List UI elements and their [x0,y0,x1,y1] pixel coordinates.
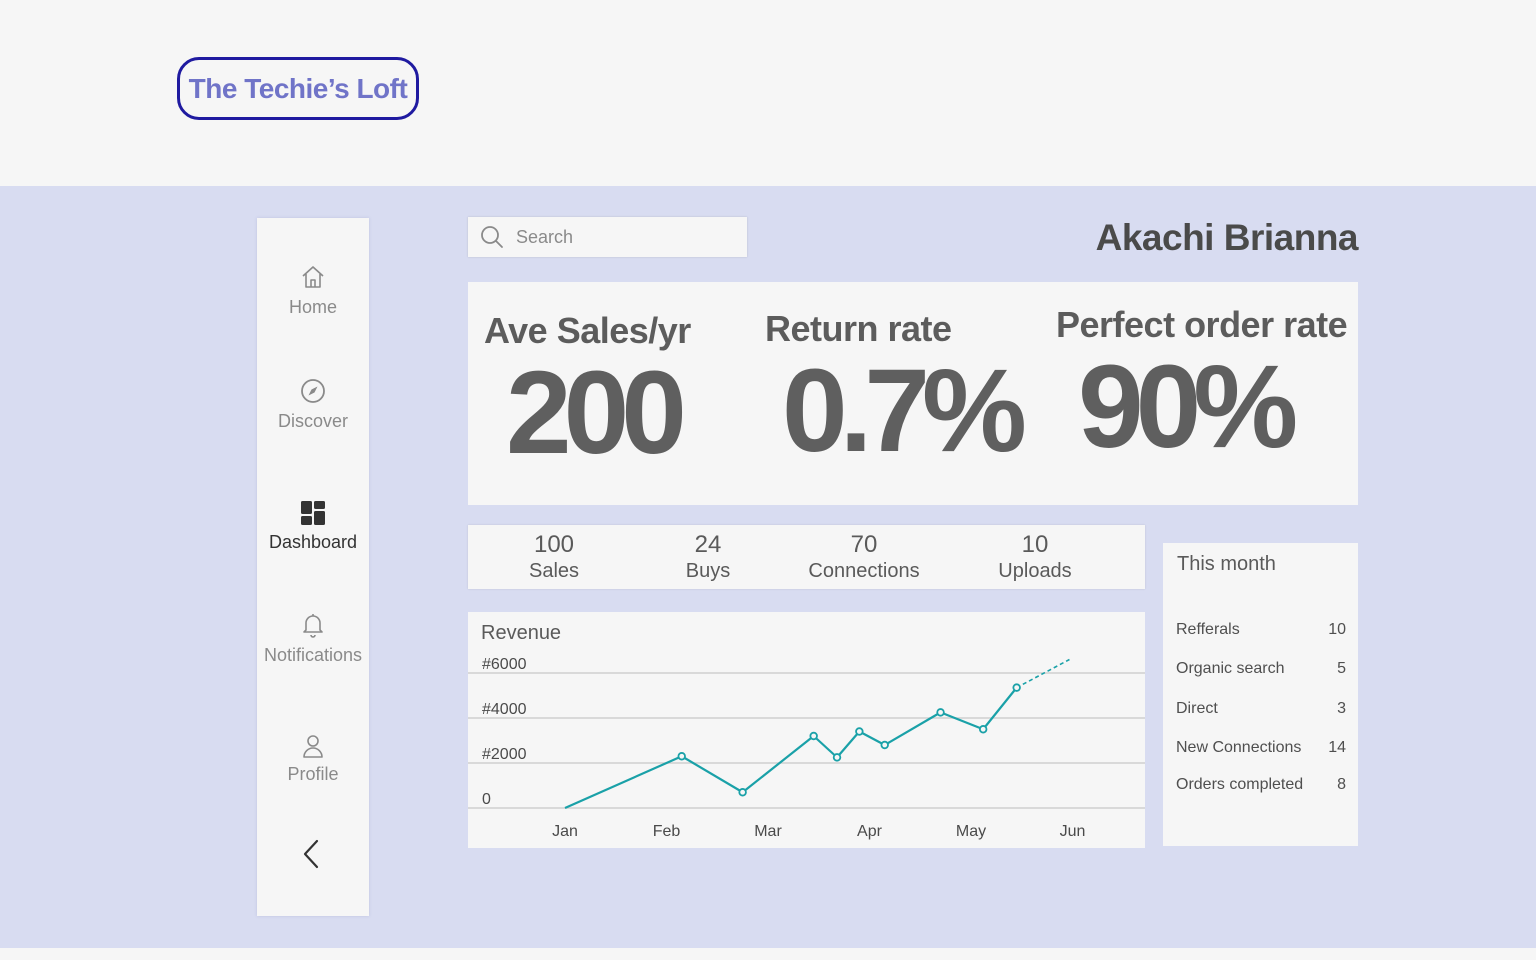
month-row-orders-completed: Orders completed 8 [1176,776,1346,794]
user-name: Akachi Brianna [1095,217,1359,258]
this-month-card: This month Refferals 10 Organic search 5… [1163,543,1358,846]
month-row-label: New Connections [1176,739,1302,756]
top-header: The Techie’s Loft [0,0,1536,186]
dashboard-grid-icon [301,501,325,525]
search-icon [481,226,503,248]
sidebar-item-label: Profile [287,764,339,784]
revenue-chart-card: Revenue 0 #2000 #4000 #6000 Jan Feb Mar Apr May J… [468,612,1145,848]
count-value: 24 [694,531,722,558]
sidebar-item-profile[interactable]: Profile [257,734,369,785]
y-tick-label: #6000 [482,656,527,673]
home-icon [302,266,324,288]
month-row-value: 3 [1337,700,1346,717]
x-tick-label: Jun [1060,823,1086,840]
kpi-title-perfect-order: Perfect order rate [1056,304,1348,345]
revenue-point [832,753,842,762]
kpi-value-avg-sales: 200 [506,347,687,479]
sidebar-item-home[interactable]: Home [257,263,369,318]
x-tick-label: Feb [653,823,681,840]
month-row-value: 8 [1337,776,1346,793]
revenue-point [1012,683,1021,692]
sidebar-item-discover[interactable]: Discover [257,377,369,432]
kpi-value-perfect-order: 90% [1078,341,1298,473]
month-row-value: 10 [1328,621,1346,638]
kpi-title-return-rate: Return rate [765,308,952,349]
this-month-title: This month [1177,553,1276,575]
y-tick-label: 0 [482,791,491,808]
revenue-point [978,725,988,734]
count-connections: 70 Connections [808,531,920,583]
month-row-label: Orders completed [1176,776,1304,793]
y-tick-label: #4000 [482,701,527,718]
sidebar: Home Discover Dashboard Notifications Pr… [257,218,369,916]
sidebar-item-dashboard[interactable]: Dashboard [257,500,369,553]
month-row-label: Refferals [1176,621,1240,638]
bottom-strip [0,948,1536,960]
count-label: Uploads [998,560,1072,582]
month-row-value: 5 [1337,660,1346,677]
revenue-chart: 0 #2000 #4000 #6000 Jan Feb Mar Apr May Jun [468,656,1145,840]
count-label: Connections [808,560,920,582]
activity-counts: 100 Sales 24 Buys 70 Connections 10 Uplo… [468,525,1145,589]
count-value: 100 [533,531,575,558]
kpi-title-avg-sales: Ave Sales/yr [484,310,691,351]
count-value: 10 [1021,531,1049,558]
user-icon [303,735,323,758]
count-label: Sales [528,560,580,582]
revenue-line [564,686,1018,810]
count-buys: 24 Buys [685,531,731,583]
chevron-left-icon[interactable] [297,838,327,870]
month-row-referrals: Refferals 10 [1176,621,1346,639]
compass-icon [301,379,325,403]
month-row-label: Direct [1176,700,1218,717]
month-row-value: 14 [1328,739,1346,756]
count-label: Buys [685,560,731,582]
revenue-point [855,727,864,736]
revenue-point [880,740,889,750]
month-row-new-connections: New Connections 14 [1176,739,1346,757]
sidebar-item-label: Discover [277,411,348,431]
month-row-organic-search: Organic search 5 [1176,660,1346,678]
revenue-point [809,731,818,741]
search-bar[interactable] [468,217,747,257]
revenue-point [677,752,686,761]
x-tick-label: Jan [552,823,578,840]
y-tick-label: #2000 [482,746,527,763]
sidebar-item-label: Dashboard [268,532,358,552]
brand-logo[interactable]: The Techie’s Loft [177,57,419,120]
sidebar-item-label: Notifications [263,645,363,665]
bell-icon [303,614,323,638]
revenue-point [738,788,747,797]
x-tick-label: Mar [754,823,782,840]
count-uploads: 10 Uploads [998,531,1072,583]
month-row-label: Organic search [1176,660,1285,677]
kpi-value-return-rate: 0.7% [782,345,1027,477]
sidebar-item-notifications[interactable]: Notifications [257,611,369,666]
x-tick-label: Apr [857,823,883,840]
month-row-direct: Direct 3 [1176,700,1346,718]
count-sales: 100 Sales [528,531,580,583]
x-tick-label: May [956,823,986,840]
revenue-point [936,708,945,717]
count-value: 70 [850,531,878,558]
kpi-card: Ave Sales/yr 200 Return rate 0.7% Perfec… [468,282,1358,505]
search-input[interactable] [514,225,738,249]
sidebar-item-label: Home [288,297,337,317]
